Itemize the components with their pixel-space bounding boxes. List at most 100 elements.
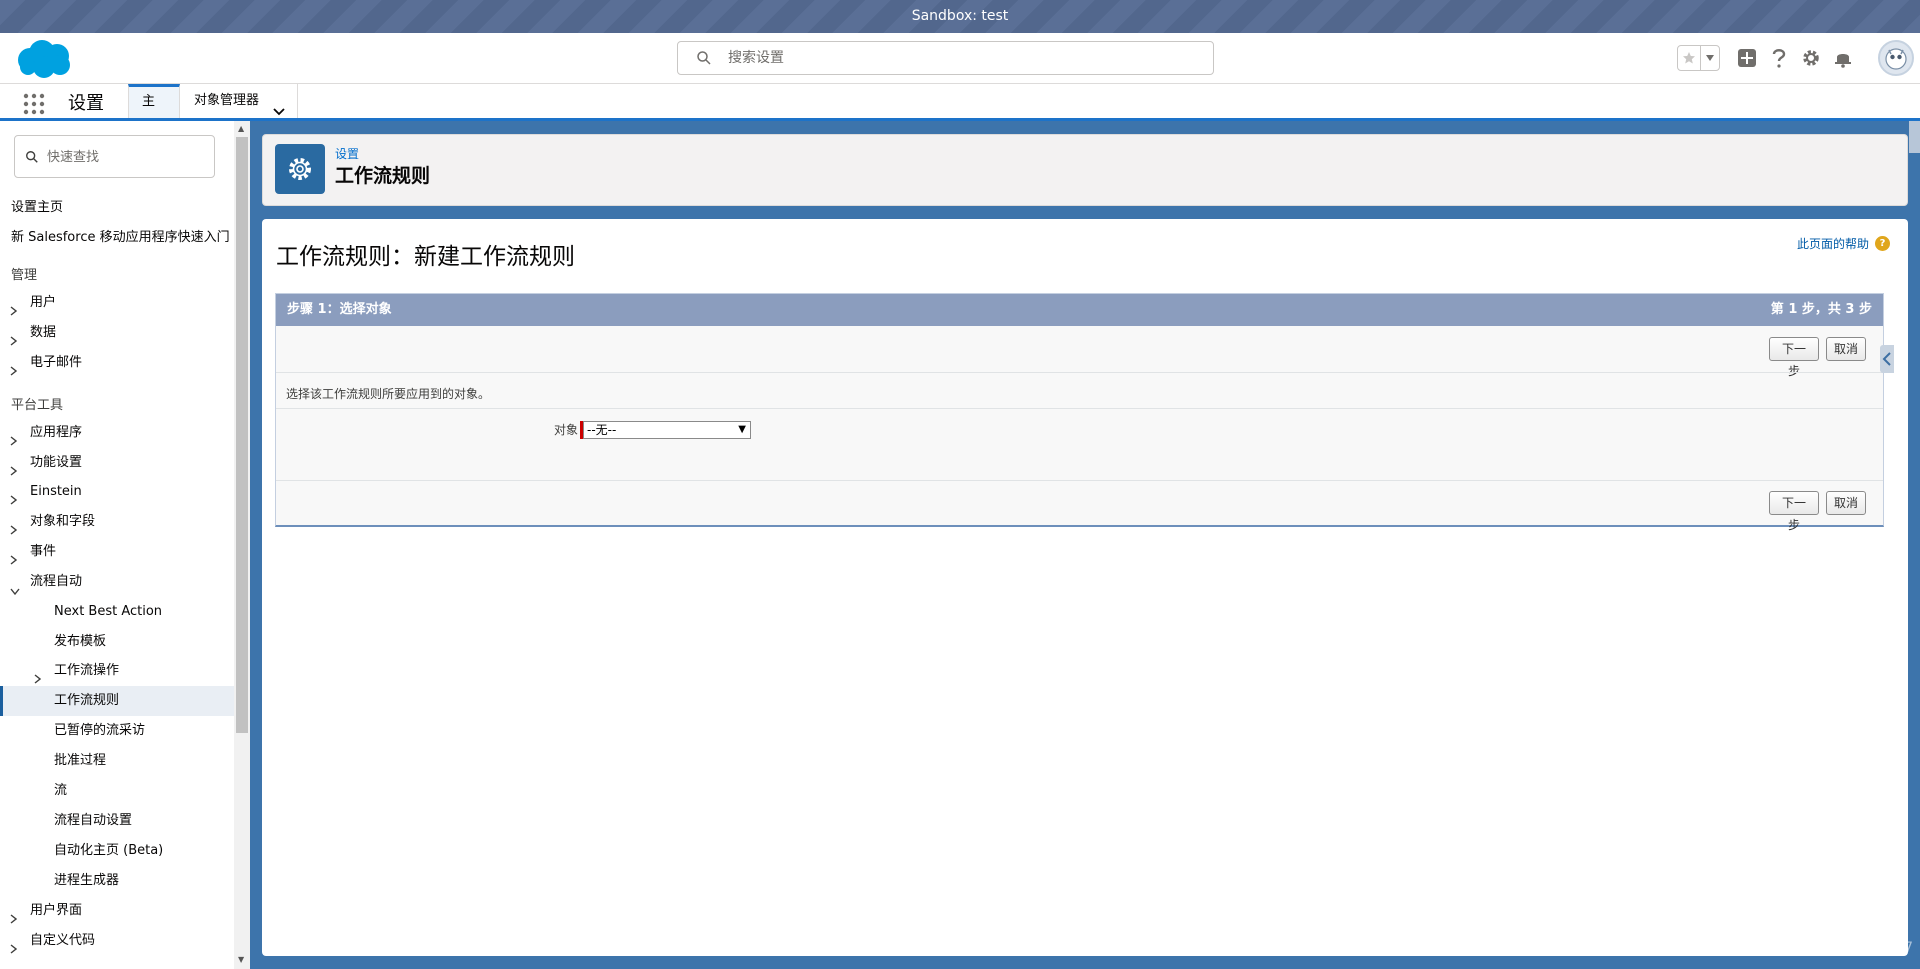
sidebar-item-data[interactable]: 数据 [0,318,234,348]
header-utility-icons [1677,40,1914,76]
instruction-text: 选择该工作流规则所要应用到的对象。 [286,387,491,401]
sidebar-item-label: 事件 [30,544,57,559]
tab-object-manager[interactable]: 对象管理器 [180,84,298,118]
main-content: 工作流规则：新建工作流规则 此页面的帮助 ? 步骤 1：选择对象 第 1 步，共… [262,219,1908,956]
sidebar-item-label: 已暂停的流采访 [54,723,146,738]
avatar[interactable] [1878,40,1914,76]
sidebar-item-label: 用户 [30,295,57,310]
global-search-input[interactable] [728,48,1198,68]
cancel-button-bottom[interactable]: 取消 [1826,491,1866,515]
app-name: 设置 [68,93,104,114]
help-link-label: 此页面的帮助 [1796,237,1869,251]
global-search[interactable] [677,41,1214,75]
sidebar-subitem-workflow-rules[interactable]: 工作流规则 [0,686,234,716]
breadcrumb[interactable]: 设置 [335,145,359,162]
sidebar-item-email[interactable]: 电子邮件 [0,348,234,378]
right-edge-handle[interactable] [1909,121,1920,153]
sidebar-item-label: 自定义代码 [30,933,96,948]
quick-find-input[interactable] [47,147,207,167]
sidebar-item-label: 流程自动设置 [54,813,133,828]
step-header: 步骤 1：选择对象 第 1 步，共 3 步 [276,294,1883,326]
dropdown-arrow-icon[interactable]: ▼ [738,422,746,438]
sidebar-section-platform-tools: 平台工具 [11,398,64,413]
sidebar-item-objects-and-fields[interactable]: 对象和字段 [0,507,234,537]
sidebar-subitem-process-builder[interactable]: 进程生成器 [0,866,234,896]
sidebar-item-label: 功能设置 [30,455,83,470]
sidebar-item-label: 用户界面 [30,903,83,918]
star-icon[interactable] [1678,46,1702,70]
setup-sidebar: 设置主页 新 Salesforce 移动应用程序快速入门 管理 用户 数据 电子… [0,121,250,969]
sidebar-item-label: 工作流规则 [54,693,120,708]
gear-icon[interactable] [1800,47,1822,69]
sidebar-subitem-flows[interactable]: 流 [0,776,234,806]
sidebar-item-label: 发布模板 [54,634,107,649]
sidebar-item-label: 流 [54,783,68,798]
sidebar-item-process-automation[interactable]: 流程自动 [0,567,234,597]
collapse-panel-tab[interactable] [1880,345,1894,373]
divider [276,480,1883,481]
step-block: 步骤 1：选择对象 第 1 步，共 3 步 下一步 取消 选择该工作流规则所要应… [275,293,1884,532]
sidebar-item-label: 流程自动 [30,574,83,589]
setup-gear-icon [275,144,325,194]
global-header [0,33,1920,84]
tab-object-manager-label: 对象管理器 [194,93,260,108]
chevron-left-icon [1882,352,1891,366]
favorites-group[interactable] [1677,45,1720,71]
chevron-down-icon[interactable] [1701,46,1719,70]
sidebar-subitem-next-best-action[interactable]: Next Best Action [0,597,234,627]
divider [276,372,1883,373]
sidebar-item-label: 批准过程 [54,753,107,768]
watermark: https://blog.csdn.net/weixin_42213197 [1640,940,1914,956]
page-header-title: 工作流规则 [335,165,431,187]
search-icon [696,50,712,66]
chevron-right-icon [10,358,18,388]
page-header: 设置 工作流规则 [262,134,1908,206]
sidebar-item-label: 数据 [30,325,57,340]
next-button-top[interactable]: 下一步 [1769,337,1819,378]
object-select[interactable]: --无-- ▼ [583,421,751,439]
sidebar-subitem-process-automation-settings[interactable]: 流程自动设置 [0,806,234,836]
help-link[interactable]: 此页面的帮助 ? [1797,235,1890,252]
step-title: 步骤 1：选择对象 [287,302,392,317]
next-button-bottom[interactable]: 下一步 [1769,491,1819,532]
sidebar-item-label: 应用程序 [30,425,83,440]
salesforce-logo-icon[interactable] [14,38,74,80]
quick-find[interactable] [14,135,215,178]
help-icon[interactable] [1768,47,1790,69]
sidebar-item-label: 工作流操作 [54,663,120,678]
sidebar-link-setup-home[interactable]: 设置主页 [11,196,63,215]
sidebar-item-apps[interactable]: 应用程序 [0,418,234,448]
sidebar-link-mobile-quickstart[interactable]: 新 Salesforce 移动应用程序快速入门 [11,226,230,245]
sidebar-subitem-paused-flow-interviews[interactable]: 已暂停的流采访 [0,716,234,746]
help-icon[interactable]: ? [1875,236,1890,251]
sidebar-item-users[interactable]: 用户 [0,288,234,318]
sidebar-subitem-automation-home[interactable]: 自动化主页 (Beta) [0,836,234,866]
sidebar-section-admin: 管理 [11,268,38,283]
page-title: 工作流规则：新建工作流规则 [276,244,575,270]
sidebar-item-einstein[interactable]: Einstein [0,477,234,507]
tab-home[interactable]: 主页 [128,84,180,139]
bell-icon[interactable] [1832,47,1854,69]
sandbox-label: Sandbox: test [911,8,1009,24]
sidebar-item-feature-settings[interactable]: 功能设置 [0,448,234,478]
sidebar-item-user-interface[interactable]: 用户界面 [0,896,234,926]
sidebar-subitem-approval-processes[interactable]: 批准过程 [0,746,234,776]
cancel-button-top[interactable]: 取消 [1826,337,1866,361]
sidebar-item-label: Einstein [30,484,82,499]
sidebar-item-events[interactable]: 事件 [0,537,234,567]
object-form: 对象 --无-- ▼ [276,409,1883,480]
add-icon[interactable] [1736,47,1758,69]
sandbox-banner: Sandbox: test [0,0,1920,33]
sidebar-item-custom-code[interactable]: 自定义代码 [0,926,234,956]
scroll-up-icon[interactable]: ▲ [238,124,244,133]
sidebar-item-label: 对象和字段 [30,514,96,529]
step-counter: 第 1 步，共 3 步 [1770,302,1872,317]
sidebar-scrollbar-thumb[interactable] [236,137,248,733]
object-field-label: 对象 [553,423,578,437]
sidebar-subitem-workflow-actions[interactable]: 工作流操作 [0,656,234,686]
scroll-down-icon[interactable]: ▼ [238,955,244,964]
app-launcher-icon[interactable] [23,93,45,115]
sidebar-item-label: 进程生成器 [54,873,120,888]
sidebar-subitem-publishing-templates[interactable]: 发布模板 [0,627,234,657]
sidebar-item-label: Next Best Action [54,604,163,619]
